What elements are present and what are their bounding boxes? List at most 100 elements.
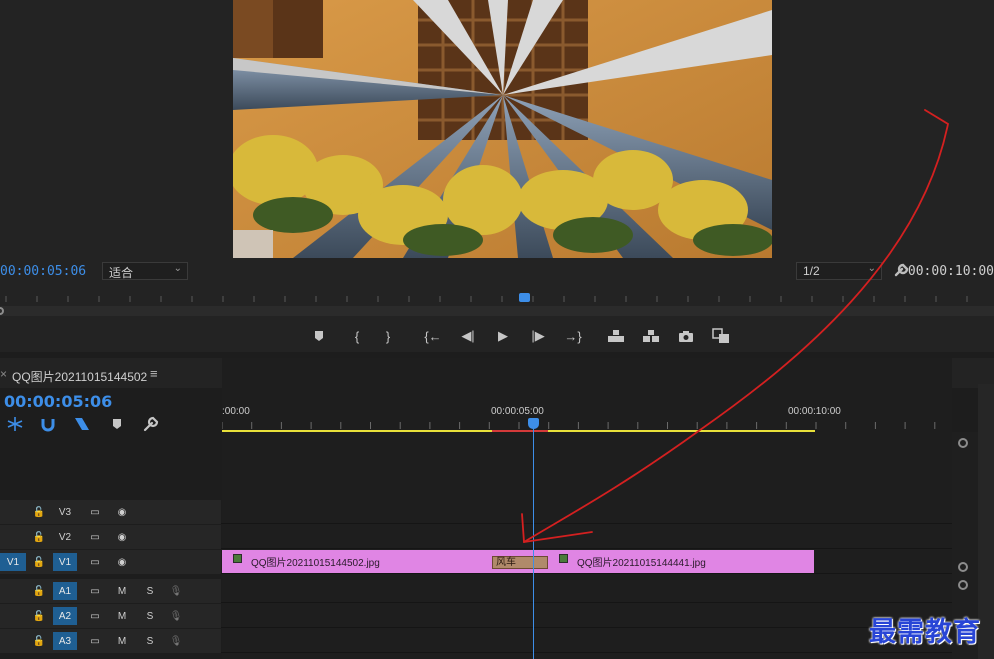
snap-button[interactable] <box>39 416 57 432</box>
step-forward-icon: |▶ <box>531 328 545 343</box>
marker-icon <box>113 419 121 429</box>
playback-resolution-select[interactable]: 1/2 ⌄ <box>796 262 882 280</box>
scroll-handle[interactable] <box>0 307 4 315</box>
eye-icon[interactable]: ◉ <box>112 553 132 571</box>
microphone-icon[interactable]: 🎙 <box>168 632 184 650</box>
track-label[interactable]: A3 <box>53 632 77 650</box>
lock-icon[interactable]: 🔓 <box>32 553 46 571</box>
sync-lock-icon[interactable]: ▭ <box>86 503 104 521</box>
microphone-icon[interactable]: 🎙 <box>168 607 184 625</box>
mark-in-button[interactable]: { <box>346 324 368 348</box>
sync-lock-icon[interactable]: ▭ <box>86 632 104 650</box>
step-back-button[interactable]: ◀| <box>457 324 479 348</box>
monitor-time-ruler[interactable] <box>0 288 994 306</box>
track-row-a1[interactable]: 🔓 A1 ▭ M S 🎙 <box>0 579 994 603</box>
export-frame-button[interactable] <box>675 324 697 348</box>
track-row-a2[interactable]: 🔓 A2 ▭ M S 🎙 <box>0 604 994 628</box>
playhead-line[interactable] <box>533 424 534 659</box>
comparison-view-button[interactable] <box>710 324 732 348</box>
fx-badge-icon <box>233 554 242 563</box>
resolution-value: 1/2 <box>803 264 820 278</box>
timeline-timecode[interactable]: 00:00:05:06 <box>4 392 112 411</box>
track-label[interactable]: V1 <box>53 553 77 571</box>
scroll-handle-top[interactable] <box>958 438 968 448</box>
track-header-a3: 🔓 A3 ▭ M S 🎙 <box>0 629 221 653</box>
mark-out-button[interactable]: } <box>377 324 399 348</box>
audio-scroll-handle[interactable] <box>958 580 968 590</box>
lock-icon[interactable]: 🔓 <box>32 582 46 600</box>
play-button[interactable]: ▶ <box>492 324 514 348</box>
eye-icon[interactable]: ◉ <box>112 528 132 546</box>
go-to-in-icon: {← <box>424 328 442 344</box>
track-header-v3: 🔓 V3 ▭ ◉ <box>0 500 221 524</box>
solo-button[interactable]: S <box>142 632 158 650</box>
timeline-time-ruler[interactable] <box>222 402 952 432</box>
marker-icon <box>315 331 323 341</box>
track-header-a1: 🔓 A1 ▭ M S 🎙 <box>0 579 221 603</box>
track-row-v3[interactable]: 🔓 V3 ▭ ◉ <box>0 500 994 524</box>
scroll-handle-bottom[interactable] <box>958 562 968 572</box>
program-monitor: 00:00:05:06 适合 ⌄ 1/2 ⌄ 00:00:10:00 { } {… <box>0 0 994 352</box>
sync-lock-icon[interactable]: ▭ <box>86 528 104 546</box>
track-label[interactable]: V3 <box>53 503 77 521</box>
add-marker-button[interactable] <box>308 324 330 348</box>
mute-button[interactable]: M <box>114 582 130 600</box>
ruler-label: 00:00:05:00 <box>491 406 544 417</box>
lock-icon[interactable]: 🔓 <box>32 528 46 546</box>
extract-button[interactable] <box>640 324 662 348</box>
microphone-icon[interactable]: 🎙 <box>168 582 184 600</box>
lock-icon[interactable]: 🔓 <box>32 632 46 650</box>
linked-selection-icon <box>75 418 89 430</box>
mark-out-icon: } <box>385 328 391 344</box>
track-row-a3[interactable]: 🔓 A3 ▭ M S 🎙 <box>0 629 994 653</box>
fx-badge-icon <box>559 554 568 563</box>
magnet-icon <box>41 419 55 432</box>
render-bar <box>492 430 548 432</box>
mark-in-icon: { <box>354 328 360 344</box>
zoom-level-value: 适合 <box>109 266 134 280</box>
lift-button[interactable] <box>605 324 627 348</box>
mute-button[interactable]: M <box>114 607 130 625</box>
playhead[interactable] <box>528 418 539 429</box>
lift-icon <box>608 330 624 342</box>
wrench-icon <box>143 416 159 432</box>
track-header-v1: V1 🔓 V1 ▭ ◉ <box>0 550 221 574</box>
solo-button[interactable]: S <box>142 582 158 600</box>
track-header-a2: 🔓 A2 ▭ M S 🎙 <box>0 604 221 628</box>
program-preview-frame[interactable] <box>233 0 772 258</box>
track-label[interactable]: A1 <box>53 582 77 600</box>
monitor-scroll-bar[interactable] <box>0 306 994 316</box>
ruler-label: 00:00:10:00 <box>788 406 841 417</box>
chevron-down-icon: ⌄ <box>173 263 182 274</box>
track-label[interactable]: A2 <box>53 607 77 625</box>
timeline-panel: × QQ图片20211015144502 ≡ 00:00:05:06 :00:0… <box>0 358 994 659</box>
go-to-in-button[interactable]: {← <box>422 324 444 348</box>
linked-selection-button[interactable] <box>73 416 91 432</box>
play-icon: ▶ <box>498 328 508 343</box>
source-patch-v1[interactable]: V1 <box>0 553 26 571</box>
sync-lock-icon[interactable]: ▭ <box>86 607 104 625</box>
video-clip[interactable]: QQ图片20211015144502.jpg <box>222 550 533 573</box>
video-clip[interactable]: QQ图片20211015144441.jpg <box>533 550 814 573</box>
track-row-v2[interactable]: 🔓 V2 ▭ ◉ <box>0 525 994 549</box>
mute-button[interactable]: M <box>114 632 130 650</box>
eye-icon[interactable]: ◉ <box>112 503 132 521</box>
lock-icon[interactable]: 🔓 <box>32 607 46 625</box>
go-to-out-button[interactable]: →} <box>562 324 584 348</box>
snowflake-icon <box>7 417 23 431</box>
transport-controls: { } {← ◀| ▶ |▶ →} <box>300 324 750 348</box>
add-marker-timeline-button[interactable] <box>108 416 126 432</box>
step-back-icon: ◀| <box>461 328 475 343</box>
lock-icon[interactable]: 🔓 <box>32 503 46 521</box>
solo-button[interactable]: S <box>142 607 158 625</box>
zoom-level-select[interactable]: 适合 ⌄ <box>102 262 188 280</box>
sync-lock-icon[interactable]: ▭ <box>86 582 104 600</box>
nest-toggle-button[interactable] <box>6 416 24 432</box>
track-label[interactable]: V2 <box>53 528 77 546</box>
transition-windmill[interactable]: 风车 <box>492 556 548 569</box>
sync-lock-icon[interactable]: ▭ <box>86 553 104 571</box>
current-timecode[interactable]: 00:00:05:06 <box>0 264 86 279</box>
monitor-playhead[interactable] <box>519 293 530 302</box>
timeline-settings-button[interactable] <box>142 416 160 432</box>
step-forward-button[interactable]: |▶ <box>527 324 549 348</box>
